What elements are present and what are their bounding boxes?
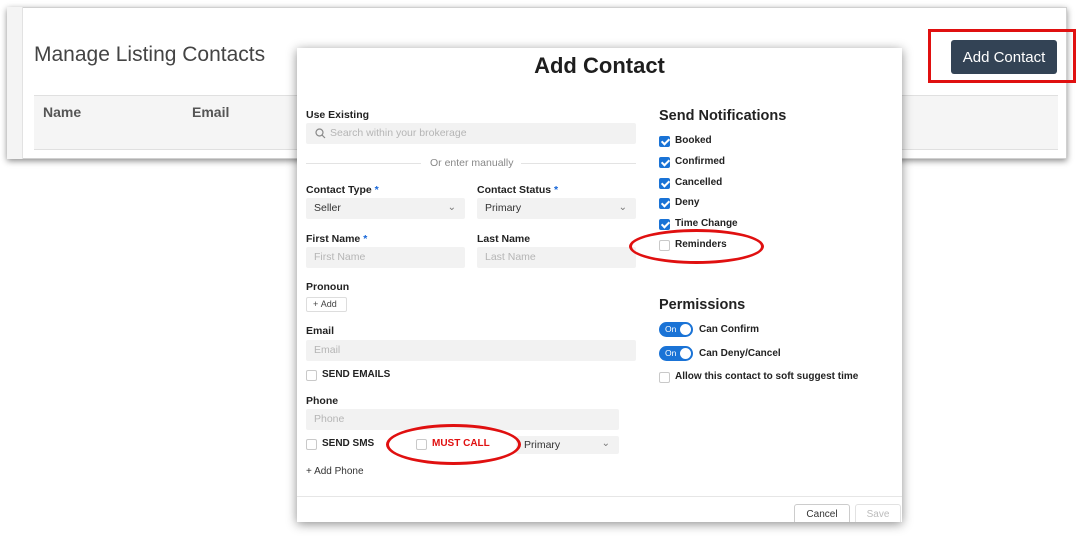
column-header-name[interactable]: Name <box>43 104 81 120</box>
send-emails-checkbox[interactable] <box>306 370 317 381</box>
modal-title: Add Contact <box>534 53 665 78</box>
email-input[interactable]: Email <box>306 340 636 361</box>
annotation-highlight-box <box>928 29 1076 83</box>
last-name-label: Last Name <box>477 233 531 245</box>
phone-type-value: Primary <box>524 439 561 451</box>
can-confirm-toggle[interactable]: On <box>659 322 693 337</box>
pronoun-label: Pronoun <box>306 281 350 293</box>
left-sidebar-strip <box>7 7 23 159</box>
phone-label: Phone <box>306 395 339 407</box>
confirmed-checkbox[interactable] <box>659 157 670 168</box>
first-name-label: First Name * <box>306 233 368 245</box>
annotation-ellipse-must-call <box>386 424 521 465</box>
can-confirm-label: Can Confirm <box>699 324 759 335</box>
first-name-input[interactable]: First Name <box>306 247 465 268</box>
send-sms-label: SEND SMS <box>322 438 375 449</box>
or-enter-manually-text: Or enter manually <box>430 157 514 169</box>
booked-checkbox[interactable] <box>659 136 670 147</box>
can-deny-cancel-toggle[interactable]: On <box>659 346 693 361</box>
contact-type-label: Contact Type * <box>306 184 379 196</box>
add-pronoun-button[interactable]: + Add <box>306 297 347 312</box>
last-name-input[interactable]: Last Name <box>477 247 636 268</box>
modal-footer-divider <box>297 496 902 497</box>
save-button[interactable]: Save <box>855 504 901 522</box>
divider-right <box>521 163 636 164</box>
deny-label: Deny <box>675 197 700 208</box>
chevron-down-icon: ⌄ <box>601 438 610 449</box>
soft-suggest-checkbox[interactable] <box>659 372 670 383</box>
soft-suggest-label: Allow this contact to soft suggest time <box>675 371 859 382</box>
contact-type-select[interactable]: Seller ⌄ <box>306 198 465 219</box>
email-label: Email <box>306 325 335 337</box>
cancelled-checkbox[interactable] <box>659 178 670 189</box>
chevron-down-icon: ⌄ <box>618 202 627 213</box>
contact-type-value: Seller <box>314 202 341 214</box>
can-deny-cancel-label: Can Deny/Cancel <box>699 348 781 359</box>
time-change-label: Time Change <box>675 218 738 229</box>
phone-type-select[interactable]: Primary ⌄ <box>516 436 619 454</box>
contact-status-value: Primary <box>485 202 522 214</box>
booked-label: Booked <box>675 135 712 146</box>
send-emails-label: SEND EMAILS <box>322 369 391 380</box>
plus-icon: + <box>313 299 319 309</box>
confirmed-label: Confirmed <box>675 156 725 167</box>
send-sms-checkbox[interactable] <box>306 439 317 450</box>
send-notifications-title: Send Notifications <box>659 108 787 124</box>
search-icon <box>315 128 326 139</box>
add-phone-link[interactable]: + Add Phone <box>306 466 364 477</box>
time-change-checkbox[interactable] <box>659 219 670 230</box>
cancel-button[interactable]: Cancel <box>794 504 850 522</box>
permissions-title: Permissions <box>659 297 746 313</box>
contact-status-label: Contact Status * <box>477 184 559 196</box>
annotation-ellipse-reminders <box>629 229 764 264</box>
brokerage-search-input[interactable]: Search within your brokerage <box>306 123 636 144</box>
toggle-knob <box>680 348 691 359</box>
chevron-down-icon: ⌄ <box>447 202 456 213</box>
add-contact-modal: Add Contact Use Existing Search within y… <box>297 48 902 522</box>
use-existing-label: Use Existing <box>306 109 370 121</box>
cancelled-label: Cancelled <box>675 177 723 188</box>
page-title: Manage Listing Contacts <box>34 43 266 66</box>
contact-status-select[interactable]: Primary ⌄ <box>477 198 636 219</box>
deny-checkbox[interactable] <box>659 198 670 209</box>
search-placeholder: Search within your brokerage <box>330 127 467 139</box>
divider-left <box>306 163 421 164</box>
toggle-knob <box>680 324 691 335</box>
column-header-email[interactable]: Email <box>192 104 229 120</box>
